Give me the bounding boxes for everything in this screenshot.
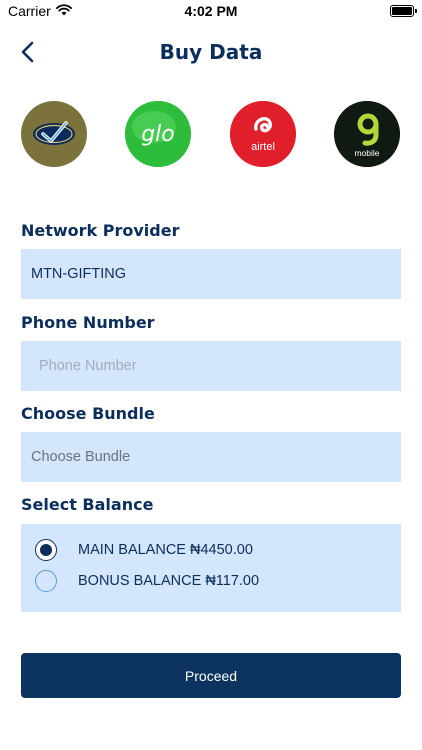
network-provider-label: Network Provider (21, 221, 180, 240)
phone-number-input[interactable] (21, 341, 401, 391)
network-provider-field[interactable]: MTN-GIFTING (21, 249, 401, 299)
glo-network-button[interactable]: glo (125, 101, 191, 167)
status-time: 4:02 PM (184, 3, 238, 19)
9mobile-network-button[interactable]: mobile (334, 101, 400, 167)
main-balance-option[interactable]: MAIN BALANCE ₦4450.00 (35, 538, 253, 562)
bonus-balance-option[interactable]: BONUS BALANCE ₦117.00 (35, 569, 259, 593)
nav-bar: Buy Data (0, 30, 422, 74)
select-balance-label: Select Balance (21, 495, 154, 514)
bundle-select[interactable]: Choose Bundle (21, 432, 401, 482)
svg-text:glo: glo (141, 122, 175, 147)
proceed-button[interactable]: Proceed (21, 653, 401, 698)
choose-bundle-label: Choose Bundle (21, 404, 155, 423)
phone-number-label: Phone Number (21, 313, 155, 332)
mtn-network-button[interactable] (21, 101, 87, 167)
airtel-network-button[interactable]: airtel (230, 101, 296, 167)
bonus-balance-text: BONUS BALANCE ₦117.00 (78, 573, 260, 589)
bonus-balance-radio[interactable] (35, 570, 57, 592)
battery-icon (390, 5, 417, 17)
balance-options: MAIN BALANCE ₦4450.00 BONUS BALANCE ₦117… (21, 524, 401, 612)
9mobile-logo-icon: mobile (334, 101, 400, 167)
glo-logo-icon: glo (125, 101, 191, 167)
main-balance-text: MAIN BALANCE ₦4450.00 (78, 542, 253, 558)
svg-text:airtel: airtel (251, 141, 275, 153)
airtel-logo-icon: airtel (230, 101, 296, 167)
mtn-logo-icon (33, 121, 75, 145)
status-bar: Carrier 4:02 PM (0, 0, 422, 22)
svg-text:mobile: mobile (354, 148, 379, 158)
page-title: Buy Data (159, 40, 263, 64)
network-selector: glo airtel mobile (21, 101, 401, 169)
main-balance-radio[interactable] (35, 539, 57, 561)
